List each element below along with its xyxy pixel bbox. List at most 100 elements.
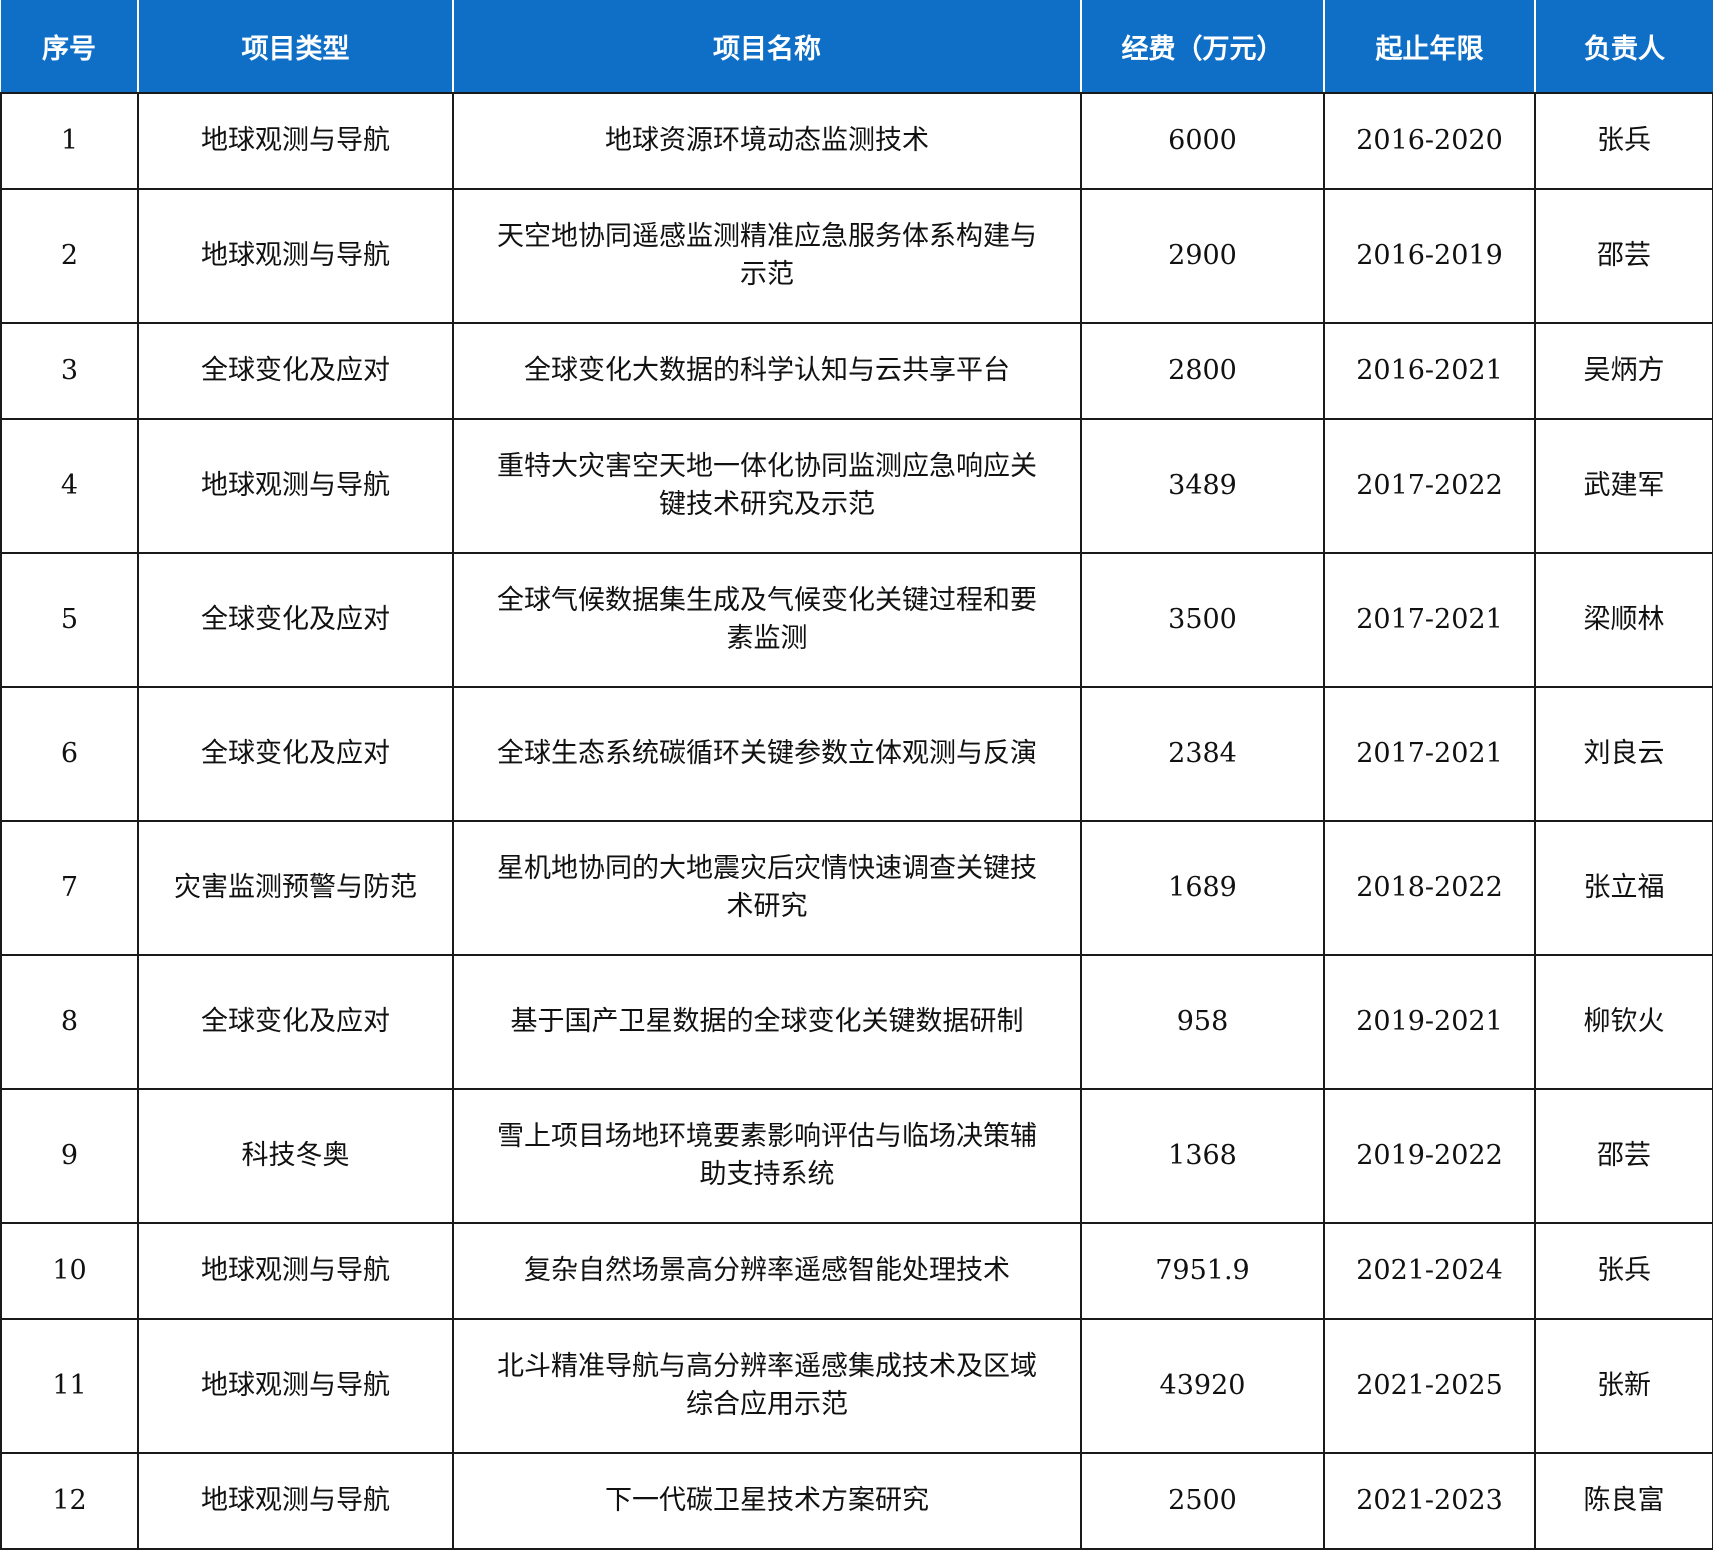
cell-leader: 刘良云 [1534, 686, 1713, 822]
table-row: 2 地球观测与导航 天空地协同遥感监测精准应急服务体系构建与示范 2900 20… [0, 188, 1713, 324]
cell-funding: 1368 [1080, 1088, 1325, 1224]
cell-name-text: 地球资源环境动态监测技术 [605, 125, 929, 156]
cell-funding: 3489 [1080, 418, 1325, 554]
cell-funding: 3500 [1080, 552, 1325, 688]
cell-name-text: 星机地协同的大地震灾后灾情快速调查关键技术研究 [497, 853, 1037, 922]
cell-period: 2021-2025 [1323, 1318, 1536, 1454]
cell-name: 基于国产卫星数据的全球变化关键数据研制 [452, 954, 1082, 1090]
cell-name-text: 全球变化大数据的科学认知与云共享平台 [524, 355, 1010, 386]
cell-no: 5 [0, 552, 139, 688]
cell-no: 12 [0, 1452, 139, 1550]
cell-period: 2017-2021 [1323, 686, 1536, 822]
cell-funding: 2800 [1080, 322, 1325, 420]
table-row: 6 全球变化及应对 全球生态系统碳循环关键参数立体观测与反演 2384 2017… [0, 686, 1713, 822]
table-row: 3 全球变化及应对 全球变化大数据的科学认知与云共享平台 2800 2016-2… [0, 322, 1713, 420]
cell-leader: 张新 [1534, 1318, 1713, 1454]
header-funding: 经费（万元） [1081, 0, 1325, 94]
cell-name: 全球生态系统碳循环关键参数立体观测与反演 [452, 686, 1082, 822]
cell-name: 北斗精准导航与高分辨率遥感集成技术及区域综合应用示范 [452, 1318, 1082, 1454]
cell-leader: 张立福 [1534, 820, 1713, 956]
cell-type-text: 地球观测与导航 [201, 125, 390, 156]
cell-funding: 6000 [1080, 92, 1325, 190]
cell-funding: 43920 [1080, 1318, 1325, 1454]
table-row: 10 地球观测与导航 复杂自然场景高分辨率遥感智能处理技术 7951.9 202… [0, 1222, 1713, 1320]
header-row: 序号 项目类型 项目名称 经费（万元） 起止年限 负责人 [1, 0, 1713, 94]
cell-leader: 吴炳方 [1534, 322, 1713, 420]
cell-no: 9 [0, 1088, 139, 1224]
header-type: 项目类型 [138, 0, 454, 94]
cell-no: 2 [0, 188, 139, 324]
table-row: 1 地球观测与导航 地球资源环境动态监测技术 6000 2016-2020 张兵 [0, 92, 1713, 190]
cell-no: 8 [0, 954, 139, 1090]
cell-funding: 7951.9 [1080, 1222, 1325, 1320]
cell-type: 地球观测与导航 [137, 188, 454, 324]
cell-funding: 1689 [1080, 820, 1325, 956]
cell-leader: 陈良富 [1534, 1452, 1713, 1550]
cell-leader: 张兵 [1534, 92, 1713, 190]
cell-period: 2016-2021 [1323, 322, 1536, 420]
cell-type: 灾害监测预警与防范 [137, 820, 454, 956]
cell-type-text: 全球变化及应对 [201, 355, 390, 386]
cell-type-text: 地球观测与导航 [201, 1370, 390, 1401]
header-no: 序号 [1, 0, 139, 94]
cell-period: 2019-2022 [1323, 1088, 1536, 1224]
cell-name: 地球资源环境动态监测技术 [452, 92, 1082, 190]
cell-funding: 2500 [1080, 1452, 1325, 1550]
cell-name-text: 雪上项目场地环境要素影响评估与临场决策辅助支持系统 [497, 1121, 1037, 1190]
cell-type: 地球观测与导航 [137, 1318, 454, 1454]
cell-name: 全球气候数据集生成及气候变化关键过程和要素监测 [452, 552, 1082, 688]
table-row: 12 地球观测与导航 下一代碳卫星技术方案研究 2500 2021-2023 陈… [0, 1452, 1713, 1550]
cell-type-text: 全球变化及应对 [201, 604, 390, 635]
cell-type: 全球变化及应对 [137, 686, 454, 822]
cell-period: 2017-2022 [1323, 418, 1536, 554]
cell-leader: 张兵 [1534, 1222, 1713, 1320]
cell-type-text: 地球观测与导航 [201, 1255, 390, 1286]
table-row: 8 全球变化及应对 基于国产卫星数据的全球变化关键数据研制 958 2019-2… [0, 954, 1713, 1090]
cell-name-text: 北斗精准导航与高分辨率遥感集成技术及区域综合应用示范 [497, 1351, 1037, 1420]
cell-leader: 邵芸 [1534, 1088, 1713, 1224]
cell-type: 全球变化及应对 [137, 322, 454, 420]
cell-name: 星机地协同的大地震灾后灾情快速调查关键技术研究 [452, 820, 1082, 956]
cell-type-text: 地球观测与导航 [201, 470, 390, 501]
cell-no: 10 [0, 1222, 139, 1320]
cell-name-text: 复杂自然场景高分辨率遥感智能处理技术 [524, 1255, 1010, 1286]
table-row: 9 科技冬奥 雪上项目场地环境要素影响评估与临场决策辅助支持系统 1368 20… [0, 1088, 1713, 1224]
header-name: 项目名称 [453, 0, 1082, 94]
cell-type: 地球观测与导航 [137, 418, 454, 554]
cell-period: 2016-2020 [1323, 92, 1536, 190]
cell-leader: 邵芸 [1534, 188, 1713, 324]
cell-type-text: 全球变化及应对 [201, 1006, 390, 1037]
cell-no: 4 [0, 418, 139, 554]
cell-name: 复杂自然场景高分辨率遥感智能处理技术 [452, 1222, 1082, 1320]
projects-table: 序号 项目类型 项目名称 经费（万元） 起止年限 负责人 1 地球观测与导航 地… [0, 0, 1713, 1550]
cell-type: 全球变化及应对 [137, 954, 454, 1090]
cell-type: 科技冬奥 [137, 1088, 454, 1224]
cell-name-text: 重特大灾害空天地一体化协同监测应急响应关键技术研究及示范 [497, 451, 1037, 520]
cell-leader: 柳钦火 [1534, 954, 1713, 1090]
cell-funding: 2384 [1080, 686, 1325, 822]
cell-name: 天空地协同遥感监测精准应急服务体系构建与示范 [452, 188, 1082, 324]
cell-name: 重特大灾害空天地一体化协同监测应急响应关键技术研究及示范 [452, 418, 1082, 554]
table-row: 7 灾害监测预警与防范 星机地协同的大地震灾后灾情快速调查关键技术研究 1689… [0, 820, 1713, 956]
cell-period: 2018-2022 [1323, 820, 1536, 956]
cell-no: 7 [0, 820, 139, 956]
cell-period: 2021-2023 [1323, 1452, 1536, 1550]
cell-no: 6 [0, 686, 139, 822]
cell-leader: 武建军 [1534, 418, 1713, 554]
cell-no: 1 [0, 92, 139, 190]
table-row: 11 地球观测与导航 北斗精准导航与高分辨率遥感集成技术及区域综合应用示范 43… [0, 1318, 1713, 1454]
cell-type-text: 灾害监测预警与防范 [174, 872, 417, 903]
cell-funding: 2900 [1080, 188, 1325, 324]
cell-name-text: 天空地协同遥感监测精准应急服务体系构建与示范 [497, 221, 1037, 290]
cell-period: 2016-2019 [1323, 188, 1536, 324]
cell-type-text: 科技冬奥 [241, 1140, 350, 1171]
header-period: 起止年限 [1324, 0, 1536, 94]
cell-name: 下一代碳卫星技术方案研究 [452, 1452, 1082, 1550]
cell-name-text: 全球气候数据集生成及气候变化关键过程和要素监测 [497, 585, 1037, 654]
cell-type-text: 地球观测与导航 [201, 240, 390, 271]
cell-type: 地球观测与导航 [137, 92, 454, 190]
cell-type: 地球观测与导航 [137, 1222, 454, 1320]
cell-period: 2019-2021 [1323, 954, 1536, 1090]
cell-name: 雪上项目场地环境要素影响评估与临场决策辅助支持系统 [452, 1088, 1082, 1224]
cell-name: 全球变化大数据的科学认知与云共享平台 [452, 322, 1082, 420]
